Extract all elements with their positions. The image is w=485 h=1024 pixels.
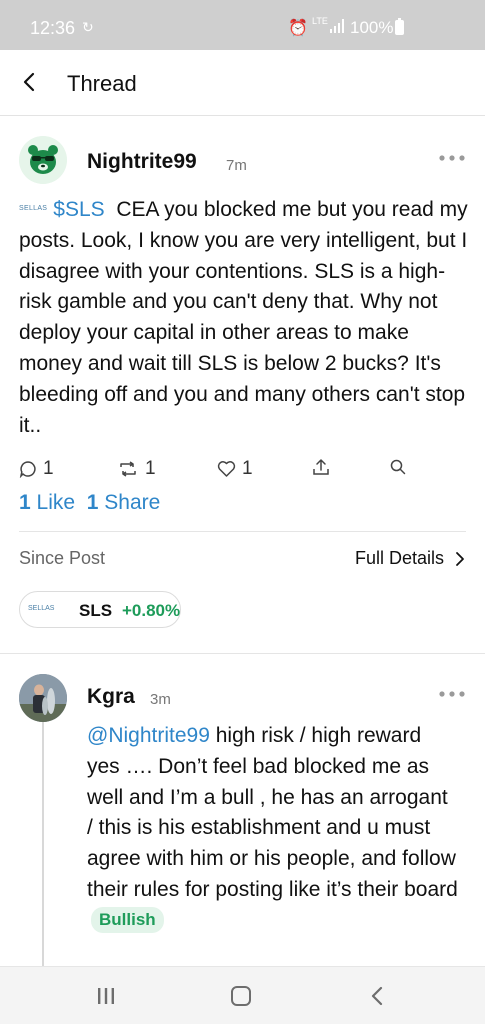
- since-post-label: Since Post: [19, 548, 106, 568]
- like-count: 1: [242, 458, 253, 479]
- chevron-left-icon[interactable]: [18, 70, 42, 94]
- sync-icon: ↻: [82, 19, 94, 35]
- avatar[interactable]: [19, 674, 67, 722]
- network-type: LTE: [312, 16, 328, 26]
- search-icon: [390, 459, 406, 475]
- more-options-icon[interactable]: [438, 686, 466, 702]
- signal-icon: [330, 19, 344, 33]
- heart-icon: [217, 461, 236, 477]
- ticker-logo: SELLAS: [19, 205, 48, 212]
- like-button[interactable]: 1: [217, 458, 253, 480]
- comment-icon: [19, 461, 36, 478]
- repost-icon: [120, 461, 136, 477]
- divider: [19, 531, 466, 532]
- post-timestamp: 7m: [226, 157, 247, 174]
- section-divider: [0, 653, 485, 654]
- status-time: 12:36: [30, 18, 76, 38]
- fishing-photo-avatar-icon: [19, 674, 67, 722]
- status-bar: 12:36 ↻ ⏰ LTE 100%: [0, 0, 485, 50]
- post-text: CEA you blocked me but you read my posts…: [19, 198, 468, 437]
- bear-avatar-icon: [19, 136, 67, 184]
- sentiment-badge: Bullish: [91, 906, 164, 933]
- comment-count: 1: [43, 458, 54, 479]
- post-username[interactable]: Nightrite99: [87, 150, 197, 174]
- back-icon[interactable]: [370, 986, 384, 1006]
- page-title: Thread: [67, 71, 137, 96]
- post-body: SELLAS $SLS CEA you blocked me but you re…: [19, 194, 469, 441]
- share-icon: [313, 459, 329, 475]
- comment-button[interactable]: 1: [19, 458, 54, 480]
- thread-line: [42, 722, 44, 966]
- home-icon[interactable]: [231, 986, 251, 1006]
- app-header: Thread: [0, 50, 485, 116]
- reply-username[interactable]: Kgra: [87, 685, 135, 709]
- alarm-icon: ⏰: [288, 20, 308, 37]
- repost-count: 1: [145, 458, 156, 479]
- reply-body: @Nightrite99 high risk / high reward yes…: [87, 721, 459, 937]
- battery-icon: [395, 18, 404, 35]
- reply-text: high risk / high reward yes …. Don’t fee…: [87, 724, 458, 901]
- ticker-chip[interactable]: SELLAS SLS +0.80%: [19, 591, 181, 628]
- reply-timestamp: 3m: [150, 691, 171, 708]
- shares-summary[interactable]: 1 Share: [87, 491, 161, 514]
- battery-percent: 100%: [350, 18, 394, 37]
- system-nav-bar: [0, 966, 485, 1024]
- repost-button[interactable]: 1: [117, 458, 156, 480]
- more-options-icon[interactable]: [438, 150, 466, 166]
- cashtag-link[interactable]: $SLS: [53, 198, 104, 221]
- ticker-symbol: SLS: [79, 601, 113, 620]
- full-details-link[interactable]: Full Details: [355, 548, 444, 569]
- engagement-summary: 1 Like 1 Share: [19, 491, 160, 515]
- ticker-change: +0.80%: [122, 601, 181, 620]
- chevron-right-icon[interactable]: [455, 551, 465, 567]
- likes-summary[interactable]: 1 Like: [19, 491, 75, 514]
- ticker-logo: SELLAS: [28, 605, 55, 612]
- share-button[interactable]: [312, 458, 336, 476]
- mention-link[interactable]: @Nightrite99: [87, 724, 210, 747]
- avatar[interactable]: [19, 136, 67, 184]
- search-button[interactable]: [389, 458, 413, 476]
- recent-apps-icon[interactable]: [97, 988, 115, 1004]
- post-action-bar: 1 1 1: [19, 458, 469, 484]
